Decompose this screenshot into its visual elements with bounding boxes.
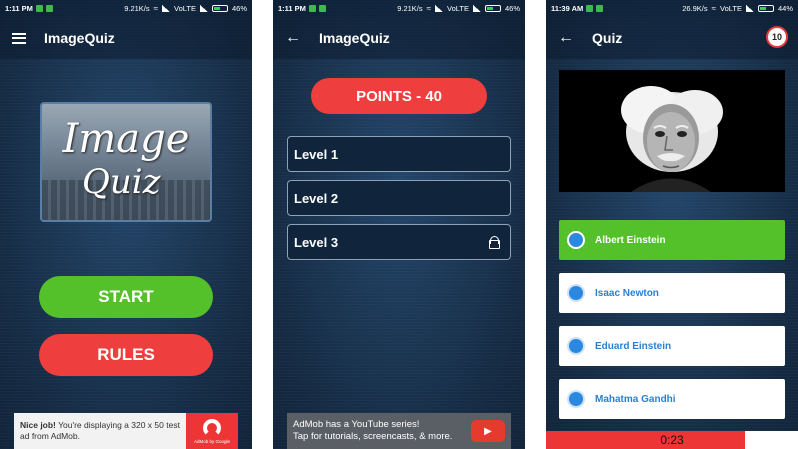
battery-icon bbox=[211, 5, 228, 12]
ad-banner[interactable]: AdMob has a YouTube series! Tap for tuto… bbox=[287, 413, 511, 449]
radio-icon bbox=[569, 392, 583, 406]
admob-icon bbox=[203, 418, 221, 437]
timer-progress-bar: 0:23 bbox=[546, 431, 798, 449]
admob-caption: AdMob by Google bbox=[193, 438, 231, 444]
ad-text: AdMob has a YouTube series! Tap for tuto… bbox=[293, 419, 471, 443]
signal-icon bbox=[745, 5, 754, 12]
notification-icon bbox=[35, 5, 43, 12]
signal-icon bbox=[435, 5, 444, 12]
battery-icon bbox=[484, 5, 501, 12]
status-time: 1:11 PM bbox=[278, 4, 306, 13]
app-bar: ImageQuiz bbox=[0, 17, 252, 59]
start-button[interactable]: START bbox=[39, 276, 213, 318]
app-title: ImageQuiz bbox=[44, 30, 115, 46]
radio-icon bbox=[569, 286, 583, 300]
answer-option-2[interactable]: Isaac Newton bbox=[559, 273, 785, 313]
quiz-screen: 11:39 AM 26.9K/s ≈ VoLTE 44% ← Quiz 10 A… bbox=[546, 0, 798, 449]
network-type: VoLTE bbox=[720, 4, 742, 13]
notification-icon bbox=[318, 5, 326, 12]
battery-level: 46% bbox=[231, 4, 247, 13]
option-label: Eduard Einstein bbox=[595, 340, 672, 352]
ad-line1: AdMob has a YouTube series! bbox=[293, 419, 420, 431]
youtube-play-icon: ▶ bbox=[471, 420, 505, 442]
question-number-badge: 10 bbox=[766, 26, 788, 48]
battery-icon bbox=[757, 5, 774, 12]
rules-button[interactable]: RULES bbox=[39, 334, 213, 376]
wifi-icon: ≈ bbox=[426, 4, 432, 13]
logo-text-line2: Quiz bbox=[82, 162, 161, 202]
points-badge: POINTS - 40 bbox=[311, 78, 487, 114]
quiz-portrait-image bbox=[559, 70, 785, 192]
timer-text: 0:23 bbox=[660, 433, 684, 447]
admob-logo: AdMob by Google bbox=[186, 413, 238, 449]
answer-option-3[interactable]: Eduard Einstein bbox=[559, 326, 785, 366]
signal-icon bbox=[472, 5, 481, 12]
back-arrow-icon[interactable]: ← bbox=[558, 30, 574, 46]
level-2-button[interactable]: Level 2 bbox=[287, 180, 511, 216]
radio-icon bbox=[569, 233, 583, 247]
option-label: Albert Einstein bbox=[595, 234, 666, 246]
signal-icon bbox=[199, 5, 208, 12]
level-label: Level 2 bbox=[294, 190, 339, 206]
ad-text: Nice job! You're displaying a 320 x 50 t… bbox=[20, 420, 186, 441]
back-arrow-icon[interactable]: ← bbox=[285, 30, 301, 46]
radio-icon bbox=[569, 339, 583, 353]
level-label: Level 1 bbox=[294, 146, 339, 162]
network-speed: 9.21K/s bbox=[397, 4, 423, 13]
app-bar: ← ImageQuiz bbox=[273, 17, 525, 59]
battery-level: 46% bbox=[504, 4, 520, 13]
network-speed: 26.9K/s bbox=[682, 4, 708, 13]
status-bar: 11:39 AM 26.9K/s ≈ VoLTE 44% bbox=[546, 0, 798, 17]
ad-banner[interactable]: Nice job! You're displaying a 320 x 50 t… bbox=[14, 413, 238, 449]
notification-icon bbox=[308, 5, 316, 12]
ad-line2: Tap for tutorials, screencasts, & more. bbox=[293, 431, 453, 442]
network-type: VoLTE bbox=[447, 4, 469, 13]
app-title: Quiz bbox=[592, 30, 623, 46]
option-label: Isaac Newton bbox=[595, 287, 659, 299]
notification-icon bbox=[45, 5, 53, 12]
network-type: VoLTE bbox=[174, 4, 196, 13]
level-3-button[interactable]: Level 3 bbox=[287, 224, 511, 260]
status-bar: 1:11 PM 9.21K/s ≈ VoLTE 46% bbox=[273, 0, 525, 17]
lock-icon bbox=[489, 235, 500, 249]
home-screen: 1:11 PM 9.21K/s ≈ VoLTE 46% ImageQuiz Im… bbox=[0, 0, 252, 449]
option-label: Mahatma Gandhi bbox=[595, 393, 676, 405]
levels-screen: 1:11 PM 9.21K/s ≈ VoLTE 46% ← ImageQuiz … bbox=[273, 0, 525, 449]
network-speed: 9.21K/s bbox=[124, 4, 150, 13]
answer-option-1[interactable]: Albert Einstein bbox=[559, 220, 785, 260]
app-title: ImageQuiz bbox=[319, 30, 390, 46]
status-bar: 1:11 PM 9.21K/s ≈ VoLTE 46% bbox=[0, 0, 252, 17]
wifi-icon: ≈ bbox=[153, 4, 159, 13]
logo-text-line1: Image bbox=[62, 116, 190, 162]
status-time: 11:39 AM bbox=[551, 4, 584, 13]
ad-bold-text: Nice job! bbox=[20, 420, 56, 431]
level-label: Level 3 bbox=[294, 234, 339, 250]
wifi-icon: ≈ bbox=[711, 4, 717, 13]
status-time: 1:11 PM bbox=[5, 4, 33, 13]
app-logo: Image Quiz bbox=[40, 102, 212, 222]
level-1-button[interactable]: Level 1 bbox=[287, 136, 511, 172]
notification-icon bbox=[586, 5, 594, 12]
app-bar: ← Quiz bbox=[546, 17, 798, 59]
signal-icon bbox=[162, 5, 171, 12]
answer-option-4[interactable]: Mahatma Gandhi bbox=[559, 379, 785, 419]
menu-icon[interactable] bbox=[12, 32, 26, 44]
notification-icon bbox=[596, 5, 604, 12]
battery-level: 44% bbox=[777, 4, 793, 13]
